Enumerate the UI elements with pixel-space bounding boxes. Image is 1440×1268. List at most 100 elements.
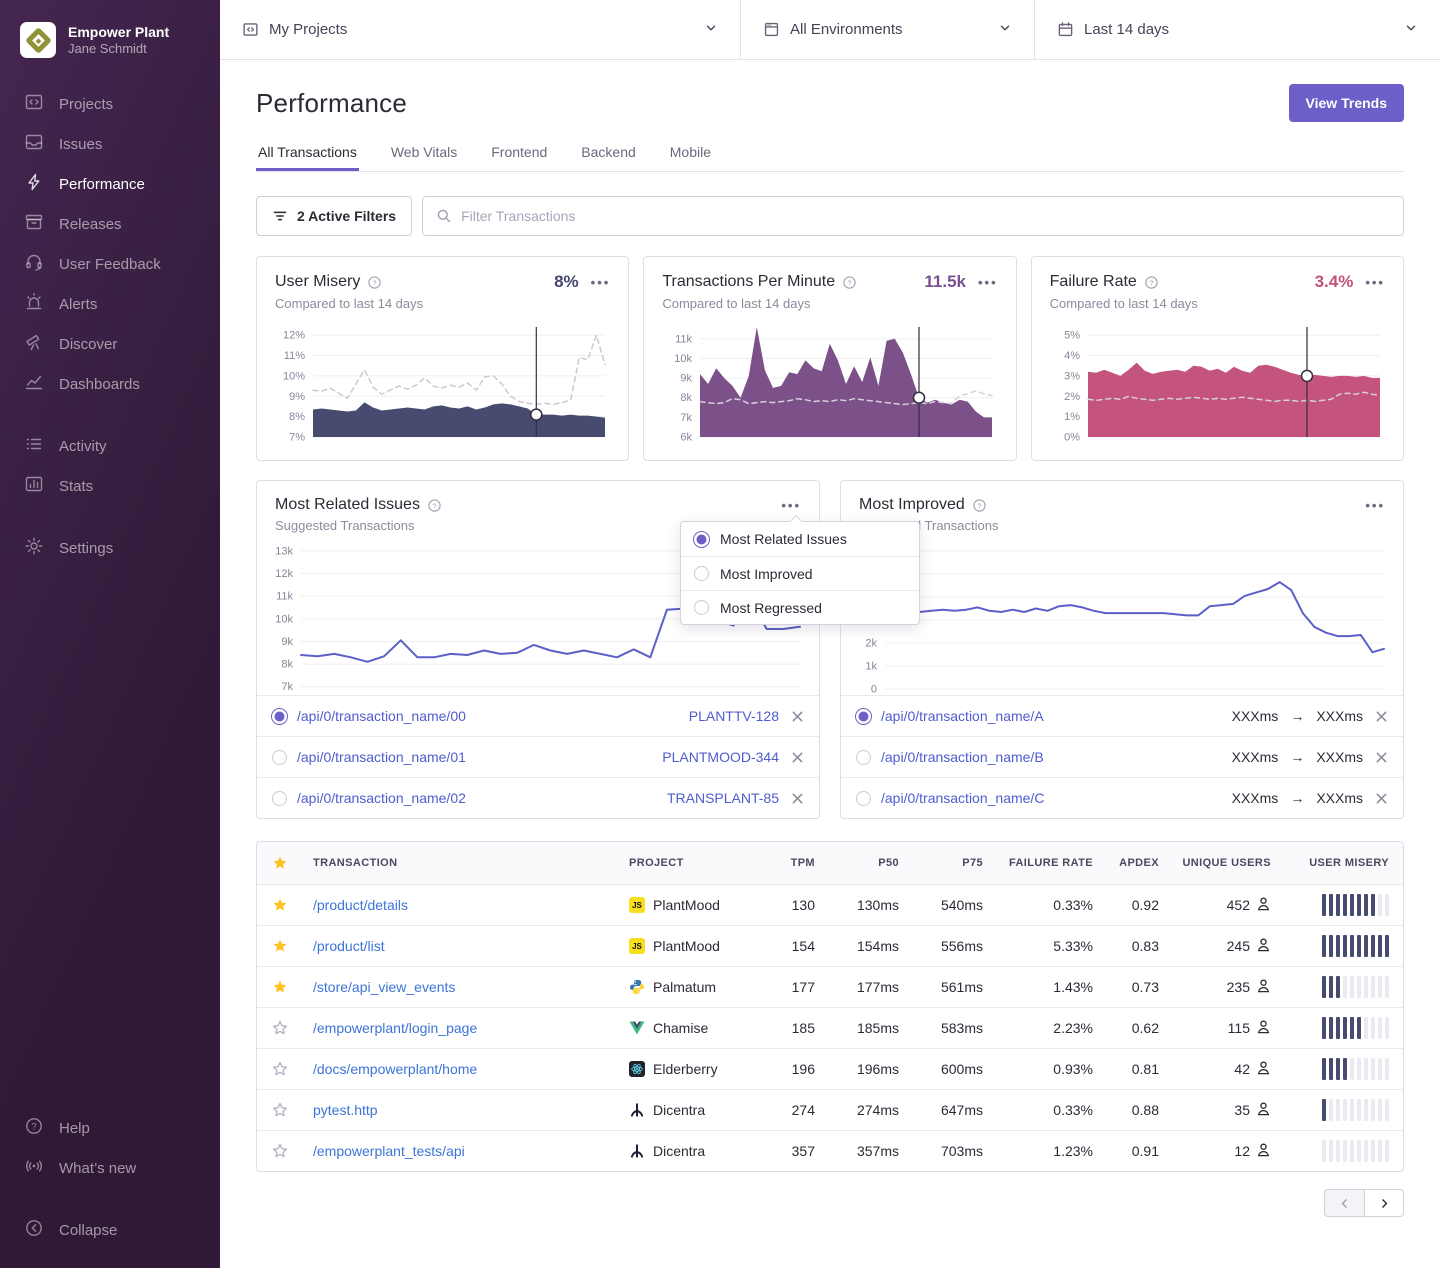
svg-text:7%: 7% [289,432,305,444]
sidebar-item-performance[interactable]: Performance [0,164,220,204]
transaction-search[interactable] [422,196,1404,236]
issue-link[interactable]: PLANTTV-128 [689,708,779,724]
active-filters-button[interactable]: 2 Active Filters [256,196,412,236]
sidebar-item-label: Stats [59,478,93,495]
radio-button[interactable] [856,709,871,724]
menu-item-label: Most Improved [720,566,813,582]
view-trends-button[interactable]: View Trends [1289,84,1404,122]
previous-page-button[interactable] [1324,1189,1364,1217]
svg-text:?: ? [1149,278,1153,287]
more-options-icon[interactable]: ••• [1365,499,1385,512]
star-toggle[interactable] [257,979,303,995]
broadcast-icon [24,1156,44,1180]
sidebar-nav: Projects Issues Performance Releases Use… [0,84,220,568]
menu-item-most-related-issues[interactable]: Most Related Issues [681,522,919,556]
tpm-value: 130 [761,897,825,913]
menu-item-most-improved[interactable]: Most Improved [681,556,919,590]
tab-mobile[interactable]: Mobile [668,138,713,171]
sidebar-item-stats[interactable]: Stats [0,466,220,506]
transaction-link[interactable]: pytest.http [313,1102,378,1118]
date-range-dropdown[interactable]: Last 14 days [1035,0,1440,59]
tpm-value: 177 [761,979,825,995]
svg-text:9k: 9k [681,373,693,385]
star-toggle[interactable] [257,1020,303,1036]
tab-web-vitals[interactable]: Web Vitals [389,138,459,171]
sidebar-item-settings[interactable]: Settings [0,528,220,568]
unique-users-value: 12 [1234,1143,1250,1159]
transaction-link[interactable]: /api/0/transaction_name/02 [297,790,466,806]
tab-backend[interactable]: Backend [579,138,637,171]
transaction-link[interactable]: /product/details [313,897,408,913]
svg-text:2%: 2% [1064,391,1080,403]
question-circle-icon[interactable]: ? [367,275,382,290]
close-icon[interactable] [791,751,804,764]
tab-all-transactions[interactable]: All Transactions [256,138,359,171]
svg-text:8%: 8% [289,411,305,423]
sidebar-item-label: Issues [59,136,102,153]
question-circle-icon[interactable]: ? [1144,275,1159,290]
star-toggle[interactable] [257,1102,303,1118]
radio-button[interactable] [272,791,287,806]
close-icon[interactable] [791,710,804,723]
close-icon[interactable] [791,792,804,805]
card-title: Most Related Issues [275,496,420,514]
transaction-link[interactable]: /api/0/transaction_name/B [881,749,1044,765]
sidebar-collapse-button[interactable]: Collapse [0,1210,220,1250]
issue-link[interactable]: PLANTMOOD-344 [662,749,779,765]
transaction-link[interactable]: /product/list [313,938,385,954]
transaction-link[interactable]: /api/0/transaction_name/A [881,708,1044,724]
transaction-link[interactable]: /api/0/transaction_name/C [881,790,1044,806]
question-circle-icon[interactable]: ? [427,498,442,513]
star-toggle[interactable] [257,938,303,954]
search-input[interactable] [461,208,1390,224]
sidebar-item-label: User Feedback [59,256,161,273]
close-icon[interactable] [1375,751,1388,764]
question-circle-icon[interactable]: ? [842,275,857,290]
sidebar-item-help[interactable]: ? Help [0,1108,220,1148]
failure-rate-card: Failure Rate ? 3.4% ••• Compared to last… [1031,256,1404,461]
sidebar-item-issues[interactable]: Issues [0,124,220,164]
issue-link[interactable]: TRANSPLANT-85 [667,790,779,806]
p75-value: 647ms [909,1102,993,1118]
tab-frontend[interactable]: Frontend [489,138,549,171]
radio-button[interactable] [856,791,871,806]
radio-button[interactable] [272,750,287,765]
transaction-link[interactable]: /api/0/transaction_name/01 [297,749,466,765]
question-circle-icon[interactable]: ? [972,498,987,513]
star-toggle[interactable] [257,1143,303,1159]
sidebar-item-dashboards[interactable]: Dashboards [0,364,220,404]
radio-button[interactable] [856,750,871,765]
sidebar-item-user-feedback[interactable]: User Feedback [0,244,220,284]
close-icon[interactable] [1375,710,1388,723]
next-page-button[interactable] [1364,1189,1404,1217]
more-options-icon[interactable]: ••• [1365,276,1385,289]
more-options-icon[interactable]: ••• [978,276,998,289]
unique-users-value: 245 [1227,938,1250,954]
list-item: /api/0/transaction_name/A XXXms → XXXms [841,695,1403,736]
transaction-link[interactable]: /empowerplant/login_page [313,1020,477,1036]
sidebar-item-activity[interactable]: Activity [0,426,220,466]
project-filter-dropdown[interactable]: My Projects [220,0,741,59]
transaction-link[interactable]: /docs/empowerplant/home [313,1061,477,1077]
sidebar-item-alerts[interactable]: Alerts [0,284,220,324]
transaction-link[interactable]: /api/0/transaction_name/00 [297,708,466,724]
org-switcher[interactable]: Empower Plant Jane Schmidt [0,14,220,84]
transaction-link[interactable]: /store/api_view_events [313,979,455,995]
more-options-icon[interactable]: ••• [781,499,801,512]
close-icon[interactable] [1375,792,1388,805]
sidebar-item-discover[interactable]: Discover [0,324,220,364]
radio-button[interactable] [272,709,287,724]
sidebar-item-projects[interactable]: Projects [0,84,220,124]
column-apdex: APDEX [1103,857,1169,869]
environment-filter-dropdown[interactable]: All Environments [741,0,1035,59]
sidebar-item-whats-new[interactable]: What’s new [0,1148,220,1188]
star-toggle[interactable] [257,1061,303,1077]
column-user-misery: USER MISERY [1283,857,1403,869]
sidebar-item-releases[interactable]: Releases [0,204,220,244]
menu-item-most-regressed[interactable]: Most Regressed [681,590,919,624]
projects-icon [242,21,259,38]
star-toggle[interactable] [257,897,303,913]
most-improved-chart: 6k5k4k3k2k1k0 [847,537,1389,695]
transaction-link[interactable]: /empowerplant_tests/api [313,1143,465,1159]
more-options-icon[interactable]: ••• [591,276,611,289]
